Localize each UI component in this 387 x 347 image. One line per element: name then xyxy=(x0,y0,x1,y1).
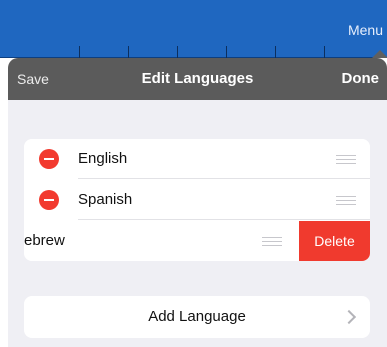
reorder-icon[interactable] xyxy=(336,194,356,206)
language-label: English xyxy=(78,150,128,167)
language-row-english[interactable]: English xyxy=(24,139,370,179)
background-menu-button[interactable]: Menu xyxy=(348,22,383,38)
save-button[interactable]: Save xyxy=(17,58,49,100)
add-language-label: Add Language xyxy=(148,308,246,325)
screen: Menu Save Edit Languages Done English Sp… xyxy=(0,0,387,347)
reorder-icon[interactable] xyxy=(262,235,282,247)
popover-title: Edit Languages xyxy=(141,70,254,87)
remove-icon[interactable] xyxy=(39,149,59,169)
done-button[interactable]: Done xyxy=(342,58,380,100)
add-language-button[interactable]: Add Language xyxy=(24,296,370,338)
language-label: Spanish xyxy=(78,191,133,208)
language-row-spanish[interactable]: Spanish xyxy=(24,180,370,220)
delete-button[interactable]: Delete xyxy=(299,221,370,261)
row-divider xyxy=(78,178,370,179)
language-list: English Spanish ebrew Delete xyxy=(24,139,370,261)
row-divider xyxy=(78,219,370,220)
background-ruler xyxy=(0,46,387,58)
edit-languages-popover: Save Edit Languages Done English Spanish… xyxy=(8,58,387,347)
language-row-hebrew-swiped[interactable]: ebrew Delete xyxy=(24,221,370,261)
popover-arrow xyxy=(372,50,387,58)
language-label: ebrew xyxy=(24,232,65,249)
background-app-bar: Menu xyxy=(0,0,387,58)
remove-icon[interactable] xyxy=(39,190,59,210)
reorder-icon[interactable] xyxy=(336,153,356,165)
popover-nav-bar: Save Edit Languages Done xyxy=(8,58,387,100)
